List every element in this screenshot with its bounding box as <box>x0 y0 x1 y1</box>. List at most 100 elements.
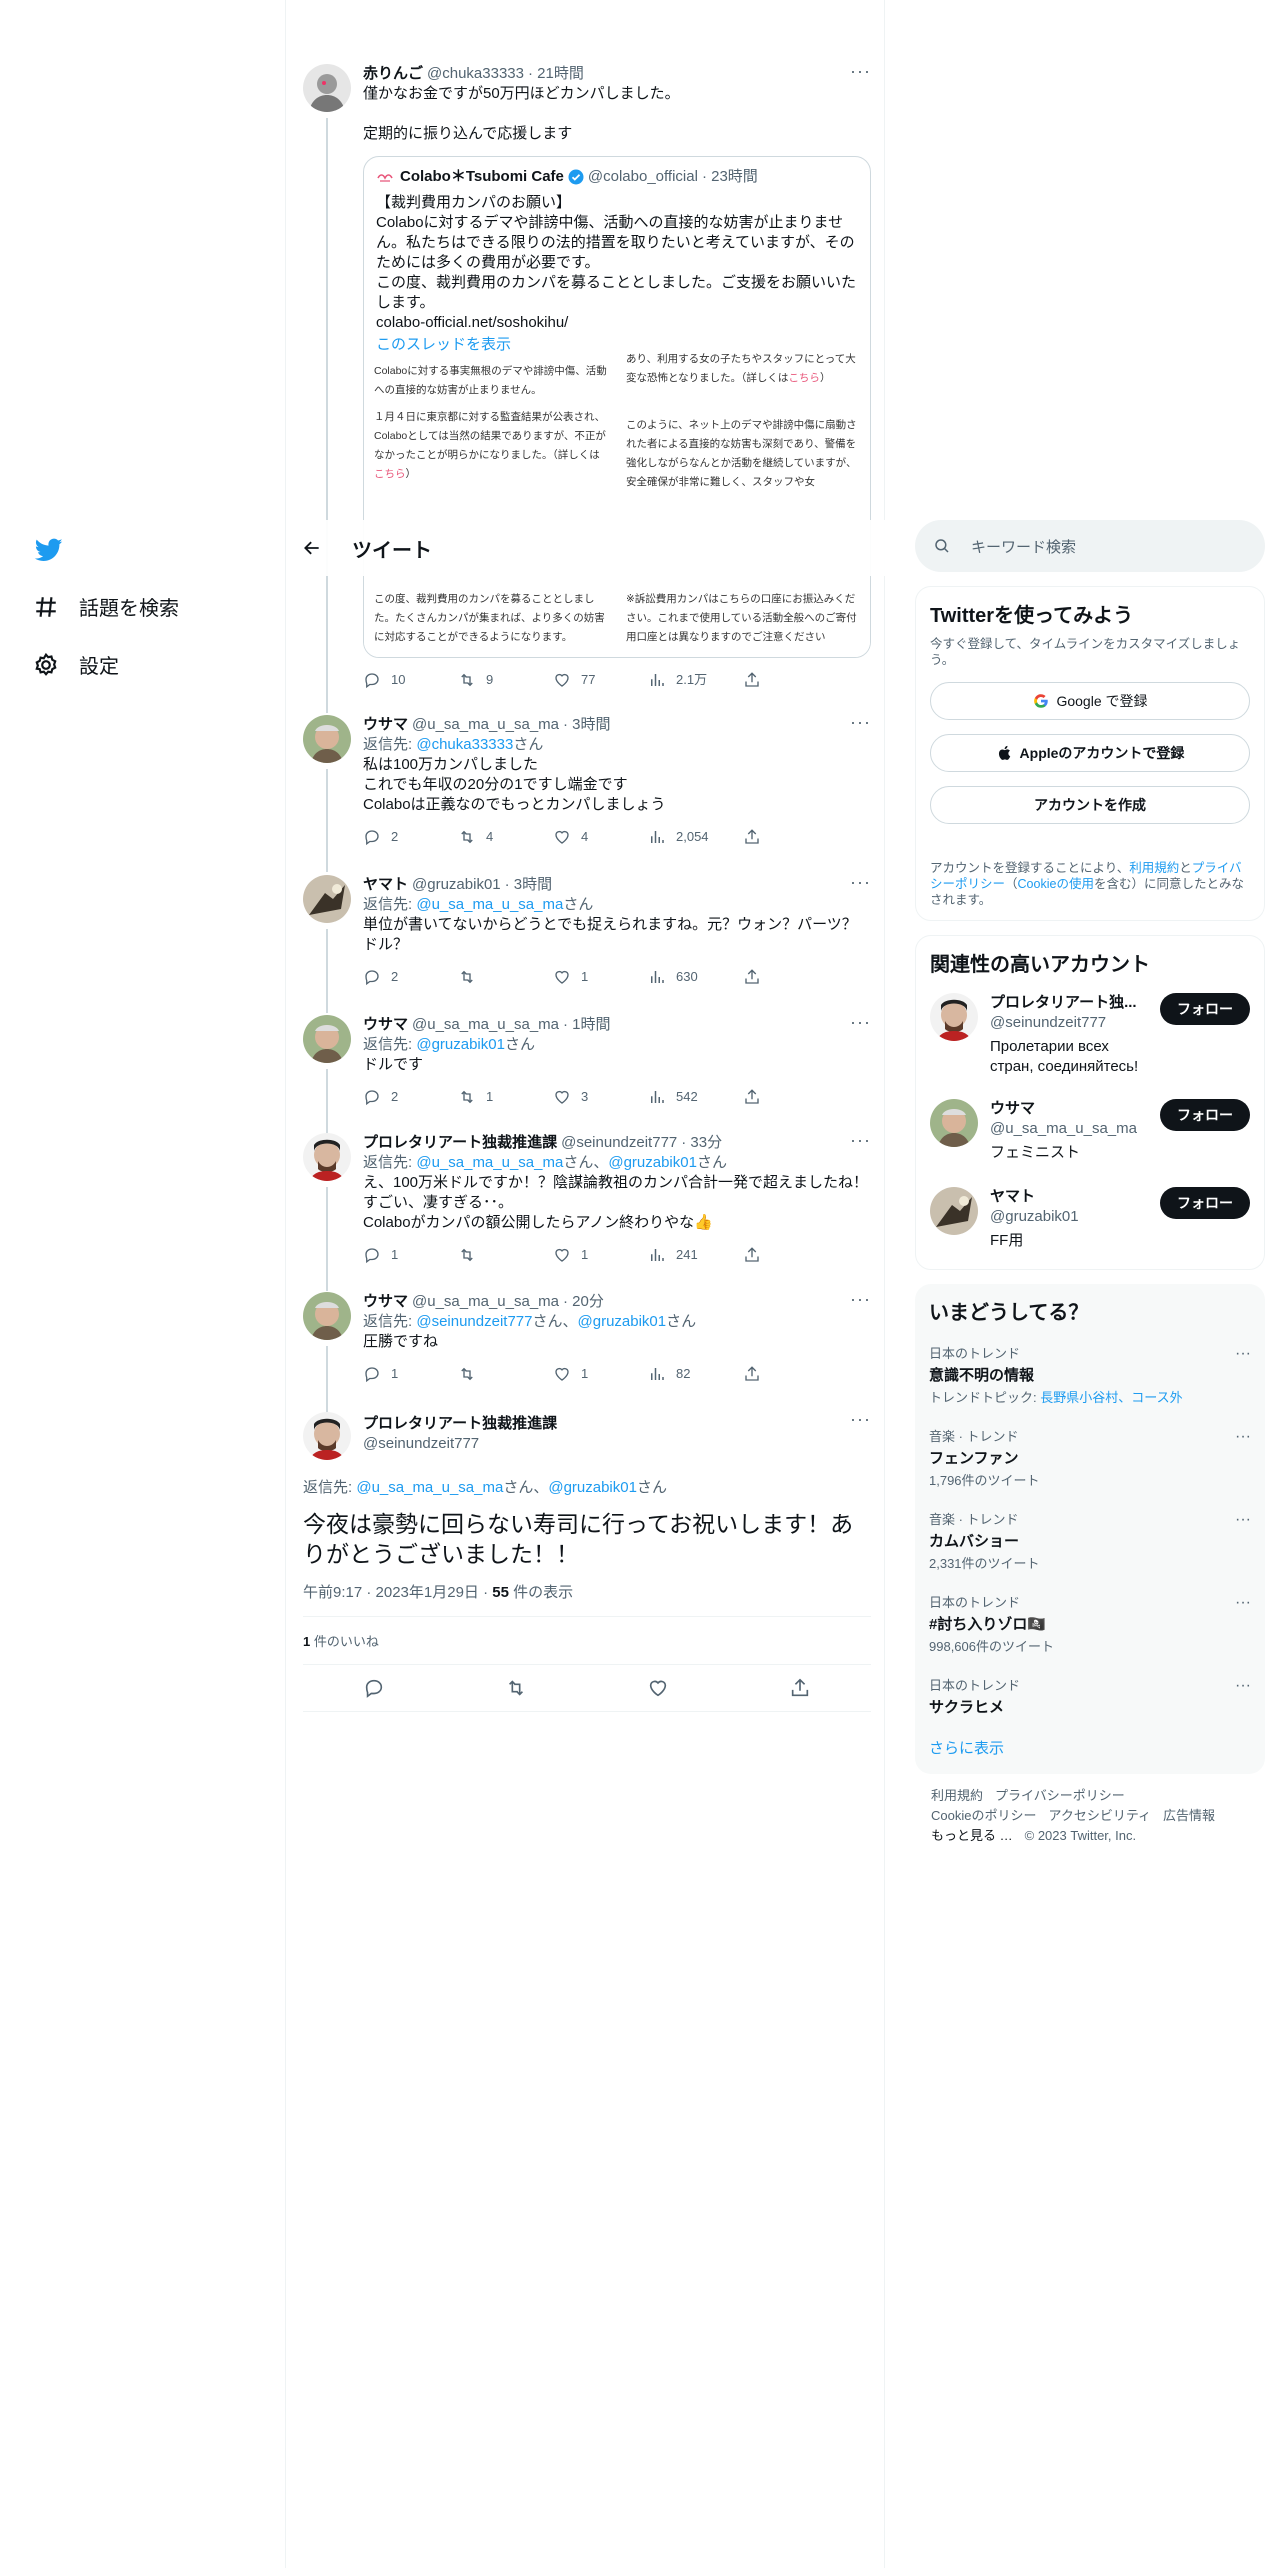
footer-more-link[interactable]: もっと見る … <box>931 1828 1013 1843</box>
tweet-item[interactable]: ウサマ @u_sa_ma_u_sa_ma · 20分 ··· 返信先: @seinu… <box>303 1290 871 1416</box>
more-icon[interactable]: ··· <box>1235 1594 1251 1612</box>
heart-icon[interactable] <box>647 1677 669 1699</box>
share-button[interactable] <box>743 828 773 846</box>
retweet-button[interactable]: 1 <box>458 1087 553 1107</box>
author-handle[interactable]: @seinundzeit777 <box>363 1434 557 1454</box>
author-handle[interactable]: @u_sa_ma_u_sa_ma <box>412 1015 559 1035</box>
recommended-account[interactable]: プロレタリアート独... @seinundzeit777 Пролетарии вс… <box>930 985 1250 1091</box>
google-signup-button[interactable]: Google で登録 <box>930 682 1250 720</box>
reply-button[interactable]: 1 <box>363 1245 458 1265</box>
reply-to-link[interactable]: @u_sa_ma_u_sa_ma <box>416 1154 563 1171</box>
tweet-time[interactable]: · 1時間 <box>563 1015 611 1035</box>
show-more-link[interactable]: さらに表示 <box>929 1740 1004 1757</box>
reply-button[interactable]: 1 <box>363 1364 458 1384</box>
nav-settings[interactable]: 設定 <box>33 650 119 679</box>
more-icon[interactable]: ··· <box>1235 1345 1251 1363</box>
avatar[interactable] <box>930 1187 978 1235</box>
author-handle[interactable]: @gruzabik01 <box>412 875 501 895</box>
more-icon[interactable]: ··· <box>1235 1428 1251 1446</box>
avatar[interactable] <box>303 1015 351 1063</box>
reply-to-link[interactable]: @u_sa_ma_u_sa_ma <box>416 896 563 913</box>
reply-button[interactable]: 2 <box>363 827 458 847</box>
author-name[interactable]: プロレタリアート独裁推進課 <box>363 1133 557 1153</box>
share-button[interactable] <box>743 1365 773 1383</box>
footer-link[interactable]: 利用規約 <box>931 1788 983 1803</box>
twitter-logo-icon[interactable] <box>33 536 65 564</box>
tweet-time[interactable]: · 33分 <box>681 1133 722 1153</box>
share-button[interactable] <box>743 1246 773 1264</box>
footer-link[interactable]: アクセシビリティ <box>1048 1808 1151 1823</box>
avatar[interactable] <box>303 1133 351 1181</box>
views-button[interactable]: 2,054 <box>648 827 743 847</box>
author-name[interactable]: ウサマ <box>363 1015 408 1035</box>
like-button[interactable]: 4 <box>553 827 648 847</box>
reply-to-link[interactable]: @gruzabik01 <box>578 1313 667 1330</box>
reply-button[interactable]: 2 <box>363 967 458 987</box>
more-icon[interactable]: ··· <box>850 1290 871 1308</box>
views-button[interactable]: 241 <box>648 1245 743 1265</box>
retweet-button[interactable] <box>458 1246 553 1264</box>
more-icon[interactable]: ··· <box>850 1410 871 1428</box>
more-icon[interactable]: ··· <box>1235 1677 1251 1695</box>
share-button[interactable] <box>743 671 773 689</box>
footer-link[interactable]: Cookieのポリシー <box>931 1808 1036 1823</box>
author-name[interactable]: ヤマト <box>363 875 408 895</box>
tweet-time[interactable]: · 21時間 <box>528 64 584 84</box>
author-handle[interactable]: @u_sa_ma_u_sa_ma <box>412 1292 559 1312</box>
tweet-timestamp[interactable]: 午前9:17 · 2023年1月29日 · <box>303 1584 492 1601</box>
avatar[interactable] <box>930 993 978 1041</box>
reply-to-link[interactable]: @gruzabik01 <box>548 1479 637 1496</box>
trend-item[interactable]: 日本のトレンド サクラヒメ ··· <box>929 1665 1251 1727</box>
follow-button[interactable]: フォロー <box>1160 993 1250 1025</box>
more-icon[interactable]: ··· <box>1235 1511 1251 1529</box>
avatar[interactable] <box>303 715 351 763</box>
tweet-time[interactable]: · 20分 <box>563 1292 604 1312</box>
tweet-item[interactable]: ヤマト @gruzabik01 · 3時間 ··· 返信先: @u_sa_ma_u_… <box>303 873 871 1013</box>
tweet-item[interactable]: 赤りんご @chuka33333 · 21時間 ··· 僅かなお金ですが50万円… <box>303 62 871 713</box>
avatar[interactable] <box>303 1412 351 1460</box>
reply-to-link[interactable]: @u_sa_ma_u_sa_ma <box>356 1479 503 1496</box>
like-button[interactable]: 1 <box>553 1245 648 1265</box>
avatar[interactable] <box>930 1099 978 1147</box>
views-button[interactable]: 542 <box>648 1087 743 1107</box>
views-button[interactable]: 82 <box>648 1364 743 1384</box>
create-account-button[interactable]: アカウントを作成 <box>930 786 1250 824</box>
retweet-button[interactable]: 9 <box>458 670 553 690</box>
reply-button[interactable]: 2 <box>363 1087 458 1107</box>
recommended-account[interactable]: ウサマ @u_sa_ma_u_sa_ma フェミニスト フォロー <box>930 1091 1250 1179</box>
avatar[interactable] <box>303 1292 351 1340</box>
follow-button[interactable]: フォロー <box>1160 1099 1250 1131</box>
trend-item[interactable]: 音楽 · トレンド カムバショー 2,331件のツイート ··· <box>929 1499 1251 1582</box>
more-icon[interactable]: ··· <box>850 873 871 891</box>
more-icon[interactable]: ··· <box>850 62 871 80</box>
tweet-time[interactable]: · 3時間 <box>505 875 553 895</box>
retweet-button[interactable] <box>458 968 553 986</box>
nav-explore[interactable]: 話題を検索 <box>33 592 179 621</box>
back-arrow-icon[interactable] <box>302 538 322 558</box>
likes-summary[interactable]: 1 件のいいね <box>303 1617 871 1665</box>
more-icon[interactable]: ··· <box>850 1131 871 1149</box>
views-button[interactable]: 630 <box>648 967 743 987</box>
views-button[interactable]: 2.1万 <box>648 670 743 690</box>
trend-item[interactable]: 音楽 · トレンド フェンファン 1,796件のツイート ··· <box>929 1416 1251 1499</box>
footer-link[interactable]: プライバシーポリシー <box>995 1788 1125 1803</box>
author-name[interactable]: ウサマ <box>363 715 408 735</box>
share-icon[interactable] <box>789 1677 811 1699</box>
quote-link[interactable]: colabo-official.net/soshokihu/ <box>376 313 858 333</box>
like-button[interactable]: 3 <box>553 1087 648 1107</box>
footer-link[interactable]: 広告情報 <box>1163 1808 1215 1823</box>
author-name[interactable]: ウサマ <box>363 1292 408 1312</box>
avatar[interactable] <box>303 64 351 112</box>
author-handle[interactable]: @seinundzeit777 <box>561 1133 677 1153</box>
like-button[interactable]: 77 <box>553 670 648 690</box>
like-button[interactable]: 1 <box>553 1364 648 1384</box>
follow-button[interactable]: フォロー <box>1160 1187 1250 1219</box>
retweet-button[interactable] <box>458 1365 553 1383</box>
trend-topic-link[interactable]: 長野県小谷村、コース外 <box>1040 1390 1182 1405</box>
quote-image[interactable]: Colaboに対する事実無根のデマや誹謗中傷、活動への直接的な妨害が止まりません… <box>364 353 870 657</box>
tweet-item[interactable]: ウサマ @u_sa_ma_u_sa_ma · 1時間 ··· 返信先: @gruza… <box>303 1013 871 1133</box>
quoted-tweet[interactable]: Colabo＊Tsubomi Cafe @colabo_official · 2… <box>363 156 871 658</box>
avatar[interactable] <box>303 875 351 923</box>
retweet-button[interactable]: 4 <box>458 827 553 847</box>
author-handle[interactable]: @chuka33333 <box>427 64 524 84</box>
